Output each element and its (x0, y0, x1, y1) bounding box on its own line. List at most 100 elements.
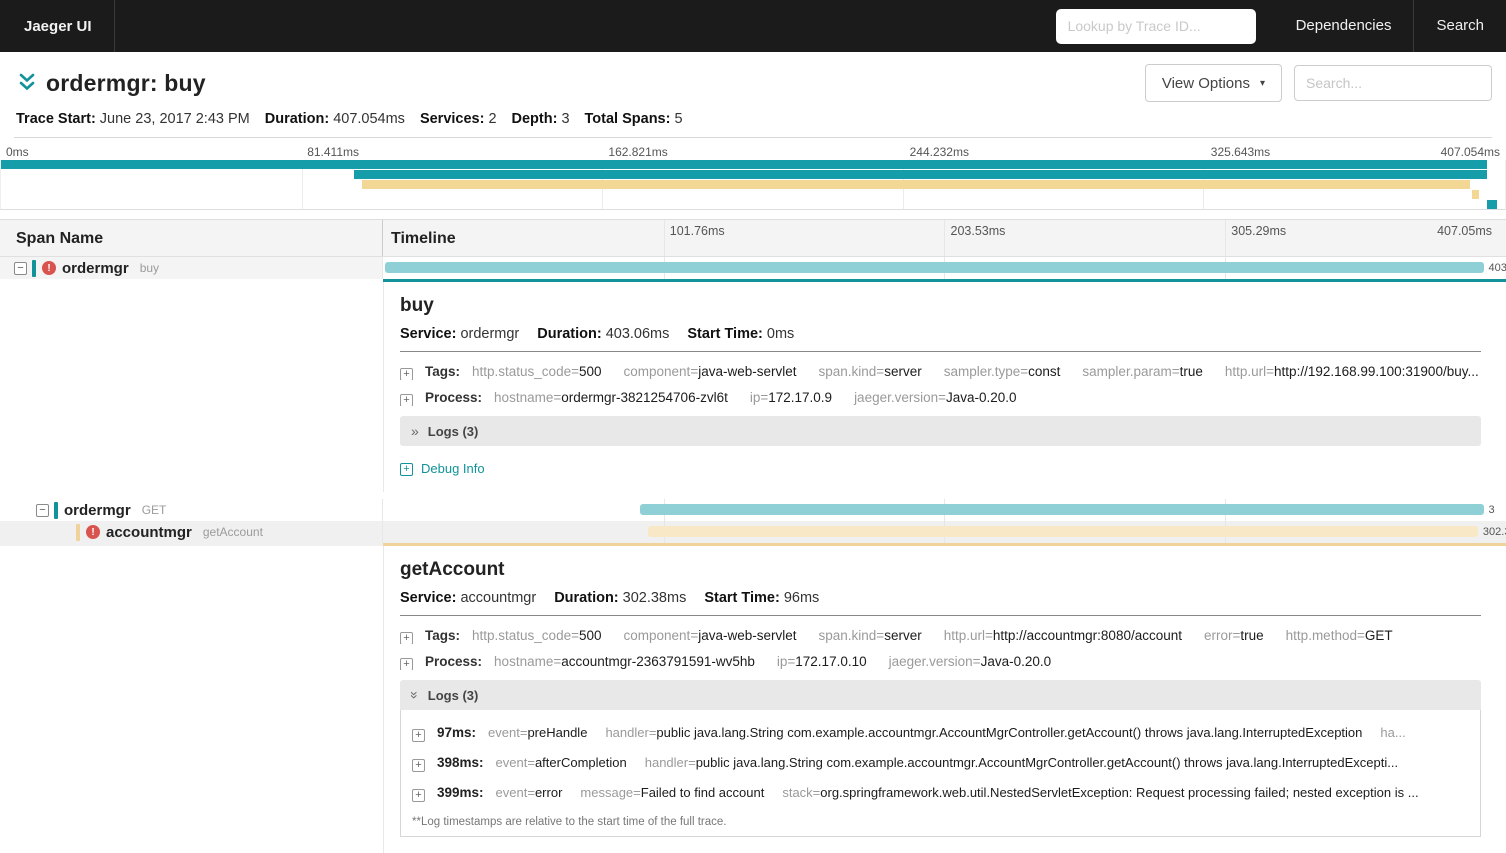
trace-title: ordermgr: buy (46, 69, 206, 96)
span-row-ordermgr-buy[interactable]: − ! ordermgr buy 403.06ms (0, 257, 1506, 282)
tick-label: 162.821ms (608, 145, 668, 159)
expand-plus-icon[interactable] (412, 789, 425, 802)
field-duration: Duration: 302.38ms (554, 590, 687, 606)
log-entry-399ms[interactable]: 399ms: event=error message=Failed to find … (412, 778, 1469, 808)
expand-plus-icon[interactable] (412, 729, 425, 742)
collapse-trace-chevrons-icon[interactable] (18, 72, 36, 98)
field-start-time: Start Time: 96ms (704, 590, 820, 606)
tags-row[interactable]: Tags: http.status_code=500 component=java… (400, 364, 1481, 380)
kv-handler: handler=public java.lang.String com.exam… (605, 725, 1363, 740)
kv-span.kind: span.kind=server (818, 364, 922, 379)
field-duration: Duration: 403.06ms (537, 326, 670, 342)
trace-lookup-input[interactable] (1055, 8, 1256, 44)
minimap-span-bar (1471, 190, 1480, 199)
span-table: Span Name Timeline 101.76ms 203.53ms 305.2… (0, 219, 1506, 853)
process-label: Process: (425, 654, 483, 669)
process-row[interactable]: Process: hostname=accountmgr-2363791591-… (400, 654, 1481, 670)
minimap-canvas[interactable] (0, 160, 1506, 210)
kv-stack: stack=org.springframework.web.util.Neste… (782, 785, 1419, 800)
expand-plus-icon[interactable] (400, 658, 413, 670)
chevron-down-icon: » (406, 691, 423, 699)
app-brand[interactable]: Jaeger UI (0, 18, 92, 35)
tags-label: Tags: (425, 628, 461, 643)
expand-plus-icon[interactable] (400, 394, 413, 406)
kv-component: component=java-web-servlet (623, 628, 797, 643)
detail-divider (400, 615, 1481, 616)
kv-span.kind: span.kind=server (818, 628, 922, 643)
meta-total-spans: Total Spans: 5 (584, 111, 683, 127)
process-list: hostname=ordermgr-3821254706-zvl6t ip=172… (494, 390, 1017, 405)
logs-label: Logs (3) (427, 687, 479, 703)
collapse-span-icon[interactable]: − (14, 261, 27, 275)
kv-jaeger.version: jaeger.version=Java-0.20.0 (854, 390, 1017, 405)
kv-http.method: http.method=GET (1285, 628, 1393, 643)
expand-plus-icon[interactable] (412, 759, 425, 772)
span-duration-bar[interactable] (640, 504, 1484, 515)
minimap-span-bar (361, 180, 1471, 189)
span-service-name: accountmgr (106, 523, 192, 541)
expand-plus-icon[interactable] (400, 632, 413, 644)
kv-http.url: http.url=http://192.168.99.100:31900/buy… (1224, 364, 1479, 379)
kv-component: component=java-web-servlet (623, 364, 797, 379)
timeline-header-label: Timeline (391, 230, 456, 247)
span-service-name: ordermgr (64, 501, 131, 519)
trace-search-input[interactable] (1294, 65, 1492, 101)
span-duration-bar[interactable] (385, 262, 1484, 273)
log-timestamp: 97ms: (437, 725, 477, 740)
process-row[interactable]: Process: hostname=ordermgr-3821254706-zv… (400, 390, 1481, 406)
logs-label: Logs (3) (427, 423, 479, 439)
kv-sampler.param: sampler.param=true (1082, 364, 1203, 379)
logs-toggle-collapsed[interactable]: » Logs (3) (400, 416, 1481, 446)
span-detail-fields: Service: accountmgr Duration: 302.38ms Sta… (400, 590, 1481, 606)
nav-dependencies-link[interactable]: Dependencies (1274, 0, 1414, 52)
span-operation-name: GET (141, 503, 167, 517)
minimap-tick-labels: 0ms 81.411ms 162.821ms 244.232ms 325.643ms 40… (0, 145, 1506, 160)
log-entry-97ms[interactable]: 97ms: event=preHandle handler=public java.… (412, 718, 1469, 748)
tick-label: 0ms (6, 145, 29, 159)
nav-search-link[interactable]: Search (1414, 0, 1506, 52)
logs-footnote: **Log timestamps are relative to the sta… (412, 816, 727, 828)
span-detail-getaccount: getAccount Service: accountmgr Duration: 3… (383, 546, 1506, 853)
kv-sampler.type: sampler.type=const (943, 364, 1061, 379)
kv-event: event=preHandle (488, 725, 588, 740)
tags-row[interactable]: Tags: http.status_code=500 component=java… (400, 628, 1481, 644)
tick-label: 81.411ms (307, 145, 359, 159)
logs-body: 97ms: event=preHandle handler=public java.… (400, 710, 1481, 837)
kv-ha...: ha... (1380, 725, 1406, 740)
tick-label: 407.054ms (1440, 145, 1500, 159)
service-color-bar (54, 501, 58, 519)
log-entry-398ms[interactable]: 398ms: event=afterCompletion handler=publi… (412, 748, 1469, 778)
debug-info-toggle[interactable]: Debug Info (400, 461, 1481, 476)
process-label: Process: (425, 390, 483, 405)
logs-section: » Logs (3) 97ms: event=preHandle handler=p… (400, 680, 1481, 837)
meta-services: Services: 2 (419, 111, 497, 127)
tick-label: 407.05ms (1437, 224, 1492, 238)
log-entries: 97ms: event=preHandle handler=public java.… (412, 718, 1469, 808)
collapse-span-icon[interactable]: − (36, 503, 49, 517)
tags-label: Tags: (425, 364, 461, 379)
span-row-accountmgr-getaccount[interactable]: ! accountmgr getAccount 302.38ms (0, 521, 1506, 546)
trace-meta-row: Trace Start: June 23, 2017 2:43 PM Durati… (14, 102, 1492, 138)
expand-plus-icon[interactable] (400, 368, 413, 380)
service-color-bar (32, 259, 36, 277)
selected-span-underline (383, 543, 1506, 546)
minimap-span-bar (354, 170, 1487, 179)
error-icon: ! (86, 525, 100, 539)
minimap-span-bar (1486, 200, 1498, 209)
logs-toggle-expanded[interactable]: » Logs (3) (400, 680, 1481, 710)
nav-divider (113, 0, 115, 52)
span-name-column-header: Span Name (0, 220, 383, 256)
detail-divider (400, 351, 1481, 352)
view-options-button[interactable]: View Options ▾ (1144, 64, 1282, 102)
log-fields: event=preHandle handler=public java.lang.… (488, 725, 1406, 740)
caret-down-icon: ▾ (1259, 77, 1265, 89)
tick-label: 244.232ms (909, 145, 969, 159)
field-service: Service: ordermgr (400, 326, 520, 342)
trace-minimap: 0ms 81.411ms 162.821ms 244.232ms 325.643ms 40… (0, 145, 1506, 210)
expand-plus-icon (400, 463, 413, 476)
span-duration-bar[interactable] (648, 526, 1478, 537)
log-fields: event=error message=Failed to find accoun… (496, 785, 1419, 800)
span-duration-label: 403.06ms (1488, 262, 1506, 274)
span-row-ordermgr-get[interactable]: − ordermgr GET 3 (0, 499, 1506, 521)
span-service-name: ordermgr (62, 259, 129, 277)
